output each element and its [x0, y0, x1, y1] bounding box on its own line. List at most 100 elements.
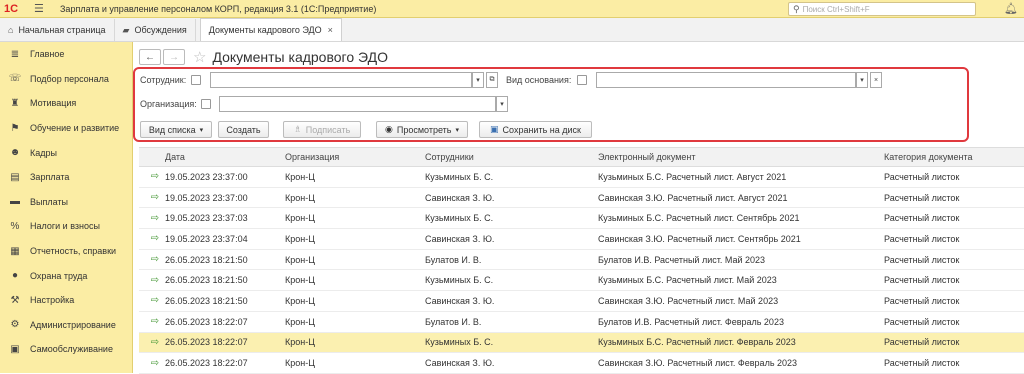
- sidebar-item-taxes[interactable]: % Налоги и взносы: [0, 214, 132, 239]
- title-bar: 1С ☰ Зарплата и управление персоналом КО…: [0, 0, 1024, 18]
- column-header-organization[interactable]: Организация: [281, 152, 421, 162]
- table-row[interactable]: ⇨ 26.05.2023 18:21:50 Крон-Ц Кузьминых Б. С…: [139, 270, 1024, 292]
- app-title: Зарплата и управление персоналом КОРП, р…: [60, 3, 377, 14]
- org-filter-field[interactable]: [219, 96, 496, 112]
- table-row[interactable]: ⇨ 26.05.2023 18:21:50 Крон-Ц Булатов И. В. Б…: [139, 250, 1024, 271]
- people-icon: ☻: [9, 147, 21, 159]
- basis-filter-field[interactable]: [596, 72, 856, 88]
- cell-date: 26.05.2023 18:22:07: [165, 337, 248, 348]
- column-header-employees[interactable]: Сотрудники: [421, 152, 594, 162]
- percent-icon: %: [10, 220, 20, 232]
- tab-label: Начальная страница: [18, 25, 106, 35]
- employee-filter-checkbox[interactable]: [191, 75, 201, 85]
- chevron-down-icon: ▾: [455, 126, 459, 134]
- sidebar-item-label: Налоги и взносы: [30, 221, 100, 232]
- cell-organization: Крон-Ц: [285, 171, 315, 182]
- cell-employee: Савинская З. Ю.: [425, 192, 495, 203]
- selfservice-icon: ▣: [10, 343, 20, 355]
- column-header-date[interactable]: Дата: [163, 152, 281, 162]
- cell-employee: Савинская З. Ю.: [425, 358, 495, 369]
- sidebar-item-label: Мотивация: [30, 98, 77, 109]
- employee-filter-label: Сотрудник:: [140, 75, 187, 85]
- basis-filter-checkbox[interactable]: [577, 75, 587, 85]
- column-header-document-category[interactable]: Категория документа: [880, 152, 1024, 162]
- create-button[interactable]: Создать: [218, 121, 269, 138]
- notifications-bell-icon[interactable]: 🔔︎: [1004, 2, 1018, 15]
- search-icon: ⚲: [793, 3, 800, 14]
- global-search[interactable]: ⚲: [788, 2, 976, 16]
- org-filter-input[interactable]: [220, 97, 495, 111]
- basis-clear-button[interactable]: ×: [870, 72, 882, 88]
- main-menu-icon[interactable]: ☰: [34, 2, 48, 15]
- sign-button[interactable]: ♗ Подписать: [283, 121, 361, 138]
- employee-dropdown-button[interactable]: ▾: [472, 72, 484, 88]
- close-icon[interactable]: ×: [328, 25, 333, 35]
- tab-hr-edo-documents[interactable]: Документы кадрового ЭДО ×: [199, 18, 342, 41]
- table-row[interactable]: ⇨ 19.05.2023 23:37:00 Крон-Ц Кузьминых Б. С…: [139, 167, 1024, 188]
- sidebar-item-education[interactable]: ⚑ Обучение и развитие: [0, 116, 132, 141]
- sign-icon: ♗: [293, 124, 302, 134]
- cell-electronic-document: Савинская З.Ю. Расчетный лист. Август 20…: [598, 192, 788, 203]
- favorite-star-icon[interactable]: ☆: [193, 48, 206, 66]
- org-filter-checkbox[interactable]: [201, 99, 211, 109]
- signed-document-icon: ⇨: [150, 212, 159, 224]
- sidebar-item-safety[interactable]: ● Охрана труда: [0, 263, 132, 288]
- signed-document-icon: ⇨: [150, 233, 159, 245]
- search-input[interactable]: [802, 4, 963, 14]
- wrench-icon: ⚒: [10, 294, 20, 306]
- view-label: Просмотреть: [396, 124, 452, 135]
- sign-label: Подписать: [305, 124, 351, 135]
- tab-home[interactable]: ⌂ Начальная страница: [0, 19, 115, 41]
- sidebar-item-payments[interactable]: ▬ Выплаты: [0, 190, 132, 215]
- cell-organization: Крон-Ц: [285, 254, 315, 265]
- sidebar-item-hr[interactable]: ☻ Кадры: [0, 140, 132, 165]
- sidebar-item-salary[interactable]: ▤ Зарплата: [0, 165, 132, 190]
- sidebar-item-reports[interactable]: ▦ Отчетность, справки: [0, 239, 132, 264]
- app-logo: 1С: [4, 2, 19, 15]
- sidebar-item-motivation[interactable]: ♜ Мотивация: [0, 91, 132, 116]
- employee-open-button[interactable]: ⧉: [486, 72, 498, 88]
- cell-employee: Булатов И. В.: [425, 254, 482, 265]
- employee-filter-input[interactable]: [211, 73, 471, 87]
- save-to-disk-button[interactable]: ▣ Сохранить на диск: [479, 121, 592, 138]
- signed-document-icon: ⇨: [150, 254, 159, 266]
- table-row[interactable]: ⇨ 19.05.2023 23:37:03 Крон-Ц Кузьминых Б. С…: [139, 208, 1024, 230]
- table-row[interactable]: ⇨ 26.05.2023 18:22:07 Крон-Ц Кузьминых Б. С…: [139, 332, 1024, 354]
- table-row[interactable]: ⇨ 19.05.2023 23:37:00 Крон-Ц Савинская З. Ю…: [139, 188, 1024, 209]
- table-header: Дата Организация Сотрудники Электронный …: [139, 147, 1024, 167]
- sidebar-item-recruitment[interactable]: ☏ Подбор персонала: [0, 67, 132, 92]
- view-button[interactable]: ◉ Просмотреть ▾: [376, 121, 468, 138]
- cell-date: 19.05.2023 23:37:04: [165, 233, 248, 244]
- back-button[interactable]: ←: [139, 49, 161, 65]
- cell-electronic-document: Булатов И.В. Расчетный лист. Май 2023: [598, 254, 766, 265]
- tab-discussions[interactable]: ▰ Обсуждения: [115, 19, 196, 41]
- cell-employee: Кузьминых Б. С.: [425, 171, 494, 182]
- sidebar-item-settings[interactable]: ⚒ Настройка: [0, 288, 132, 313]
- sidebar-item-selfservice[interactable]: ▣ Самообслуживание: [0, 337, 132, 362]
- basis-dropdown-button[interactable]: ▾: [856, 72, 868, 88]
- basis-filter-input[interactable]: [597, 73, 855, 87]
- eye-icon: ◉: [385, 124, 393, 134]
- table-row[interactable]: ⇨ 26.05.2023 18:21:50 Крон-Ц Савинская З. Ю…: [139, 291, 1024, 312]
- cell-date: 26.05.2023 18:21:50: [165, 254, 248, 265]
- forward-button[interactable]: →: [163, 49, 185, 65]
- table-row[interactable]: ⇨ 19.05.2023 23:37:04 Крон-Ц Савинская З. Ю…: [139, 229, 1024, 250]
- column-header-electronic-document[interactable]: Электронный документ: [594, 152, 880, 162]
- table-row[interactable]: ⇨ 26.05.2023 18:22:07 Крон-Ц Булатов И. В. Б…: [139, 312, 1024, 333]
- cell-electronic-document: Кузьминых Б.С. Расчетный лист. Сентябрь …: [598, 213, 800, 224]
- signed-document-icon: ⇨: [150, 357, 159, 369]
- table-row[interactable]: ⇨ 26.05.2023 18:22:07 Крон-Ц Савинская З. Ю…: [139, 353, 1024, 374]
- view-list-button[interactable]: Вид списка ▾: [140, 121, 212, 138]
- payments-icon: ▬: [10, 196, 20, 208]
- cell-organization: Крон-Ц: [285, 358, 315, 369]
- menu-icon: ≣: [10, 48, 20, 60]
- sidebar-item-main[interactable]: ≣ Главное: [0, 42, 132, 67]
- save-to-disk-label: Сохранить на диск: [502, 124, 581, 135]
- sidebar-item-label: Выплаты: [30, 196, 68, 207]
- org-dropdown-button[interactable]: ▾: [496, 96, 508, 112]
- cell-document-category: Расчетный листок: [884, 316, 960, 327]
- page-header: ← → ☆ Документы кадрового ЭДО: [139, 48, 388, 66]
- sidebar-item-administration[interactable]: ⚙ Администрирование: [0, 313, 132, 338]
- cell-electronic-document: Кузьминых Б.С. Расчетный лист. Февраль 2…: [598, 337, 796, 348]
- employee-filter-field[interactable]: [210, 72, 472, 88]
